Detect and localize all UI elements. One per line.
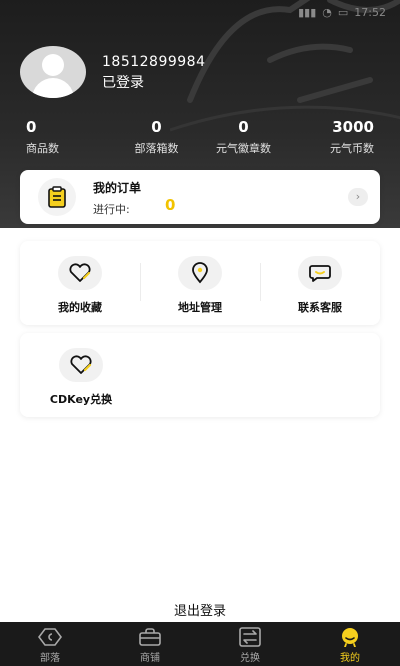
stats-row: 0 商品数 0 部落箱数 0 元气徽章数 3000 元气币数: [0, 118, 400, 156]
location-pin-icon: [178, 256, 222, 290]
heart-icon: [58, 256, 102, 290]
tab-shop[interactable]: 商铺: [100, 622, 200, 666]
shortcut-favorites[interactable]: 我的收藏: [20, 241, 140, 325]
tribe-icon: [38, 628, 62, 646]
stat-tribe-boxes[interactable]: 0 部落箱数: [113, 118, 200, 156]
battery-icon: ▭: [337, 5, 349, 19]
orders-title: 我的订单: [93, 181, 142, 195]
stat-goods[interactable]: 0 商品数: [0, 118, 113, 156]
shop-bag-icon: [139, 628, 161, 646]
shortcut-address[interactable]: 地址管理: [140, 241, 260, 325]
cdkey-redeem-button[interactable]: CDKey兑换: [46, 333, 116, 407]
signal-icon: ▮▮▮: [298, 5, 317, 19]
logout-button[interactable]: 退出登录: [0, 600, 400, 619]
exchange-icon: [239, 627, 261, 647]
tab-exchange[interactable]: 兑换: [200, 622, 300, 666]
login-status: 已登录: [102, 75, 144, 91]
chat-bubble-icon: [298, 256, 342, 290]
profile-icon: [342, 628, 358, 647]
status-time: 17:52: [354, 5, 386, 19]
stat-badges[interactable]: 0 元气徽章数: [200, 118, 287, 156]
chevron-right-icon[interactable]: ›: [348, 188, 368, 206]
orders-in-progress-count: 0: [165, 196, 176, 214]
stat-coins[interactable]: 3000 元气币数: [287, 118, 400, 156]
shortcut-support[interactable]: 联系客服: [260, 241, 380, 325]
shortcuts-card: 我的收藏 地址管理 联系客服: [20, 241, 380, 325]
clipboard-icon: [38, 178, 76, 216]
tab-mine[interactable]: 我的: [300, 622, 400, 666]
user-phone: 18512899984: [102, 54, 206, 70]
cdkey-card: CDKey兑换: [20, 333, 380, 417]
tab-tribe[interactable]: 部落: [0, 622, 100, 666]
my-orders-card[interactable]: 我的订单 进行中: 0 ›: [20, 170, 380, 224]
orders-in-progress-label: 进行中:: [93, 203, 130, 216]
wifi-icon: ◔: [322, 5, 332, 19]
avatar[interactable]: [20, 46, 86, 98]
bottom-tab-bar: 部落 商铺 兑换 我的: [0, 622, 400, 666]
status-bar: ▮▮▮ ◔ ▭ 17:52: [0, 0, 400, 24]
heart-icon: [59, 348, 103, 382]
